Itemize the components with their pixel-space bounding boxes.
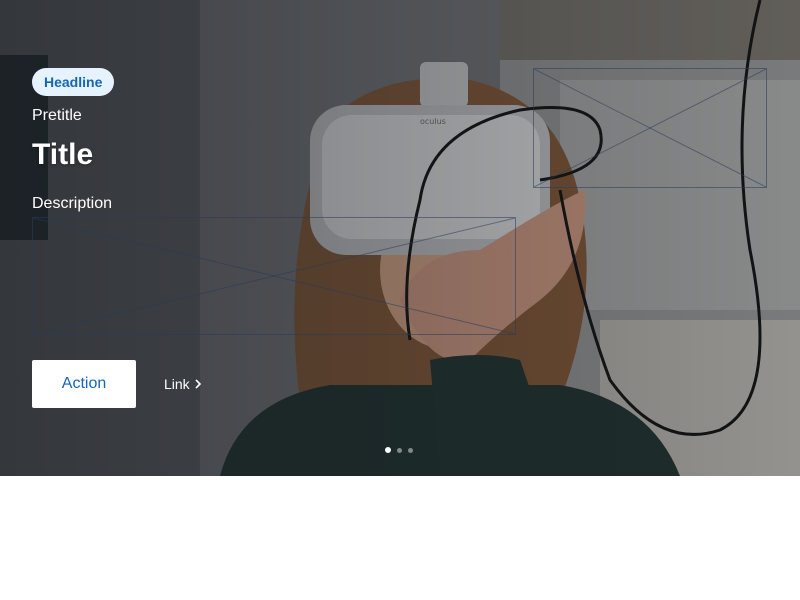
- carousel-pagination: [385, 447, 413, 453]
- carousel-dot-2[interactable]: [397, 447, 402, 453]
- action-button[interactable]: Action: [32, 360, 136, 408]
- headline-badge: Headline: [32, 68, 115, 96]
- image-placeholder-main: [32, 217, 516, 335]
- carousel-dot-3[interactable]: [408, 447, 413, 453]
- image-placeholder-top: [533, 68, 767, 188]
- link-button[interactable]: Link: [164, 376, 202, 392]
- link-label: Link: [164, 376, 190, 392]
- chevron-right-icon: [195, 379, 201, 389]
- carousel-dot-1[interactable]: [385, 447, 391, 453]
- pretitle: Pretitle: [32, 107, 82, 124]
- hero-banner: oculus Headline Pretitle Title Descripti…: [0, 0, 800, 476]
- hero-title: Title: [32, 138, 94, 171]
- hero-description: Description: [32, 195, 113, 212]
